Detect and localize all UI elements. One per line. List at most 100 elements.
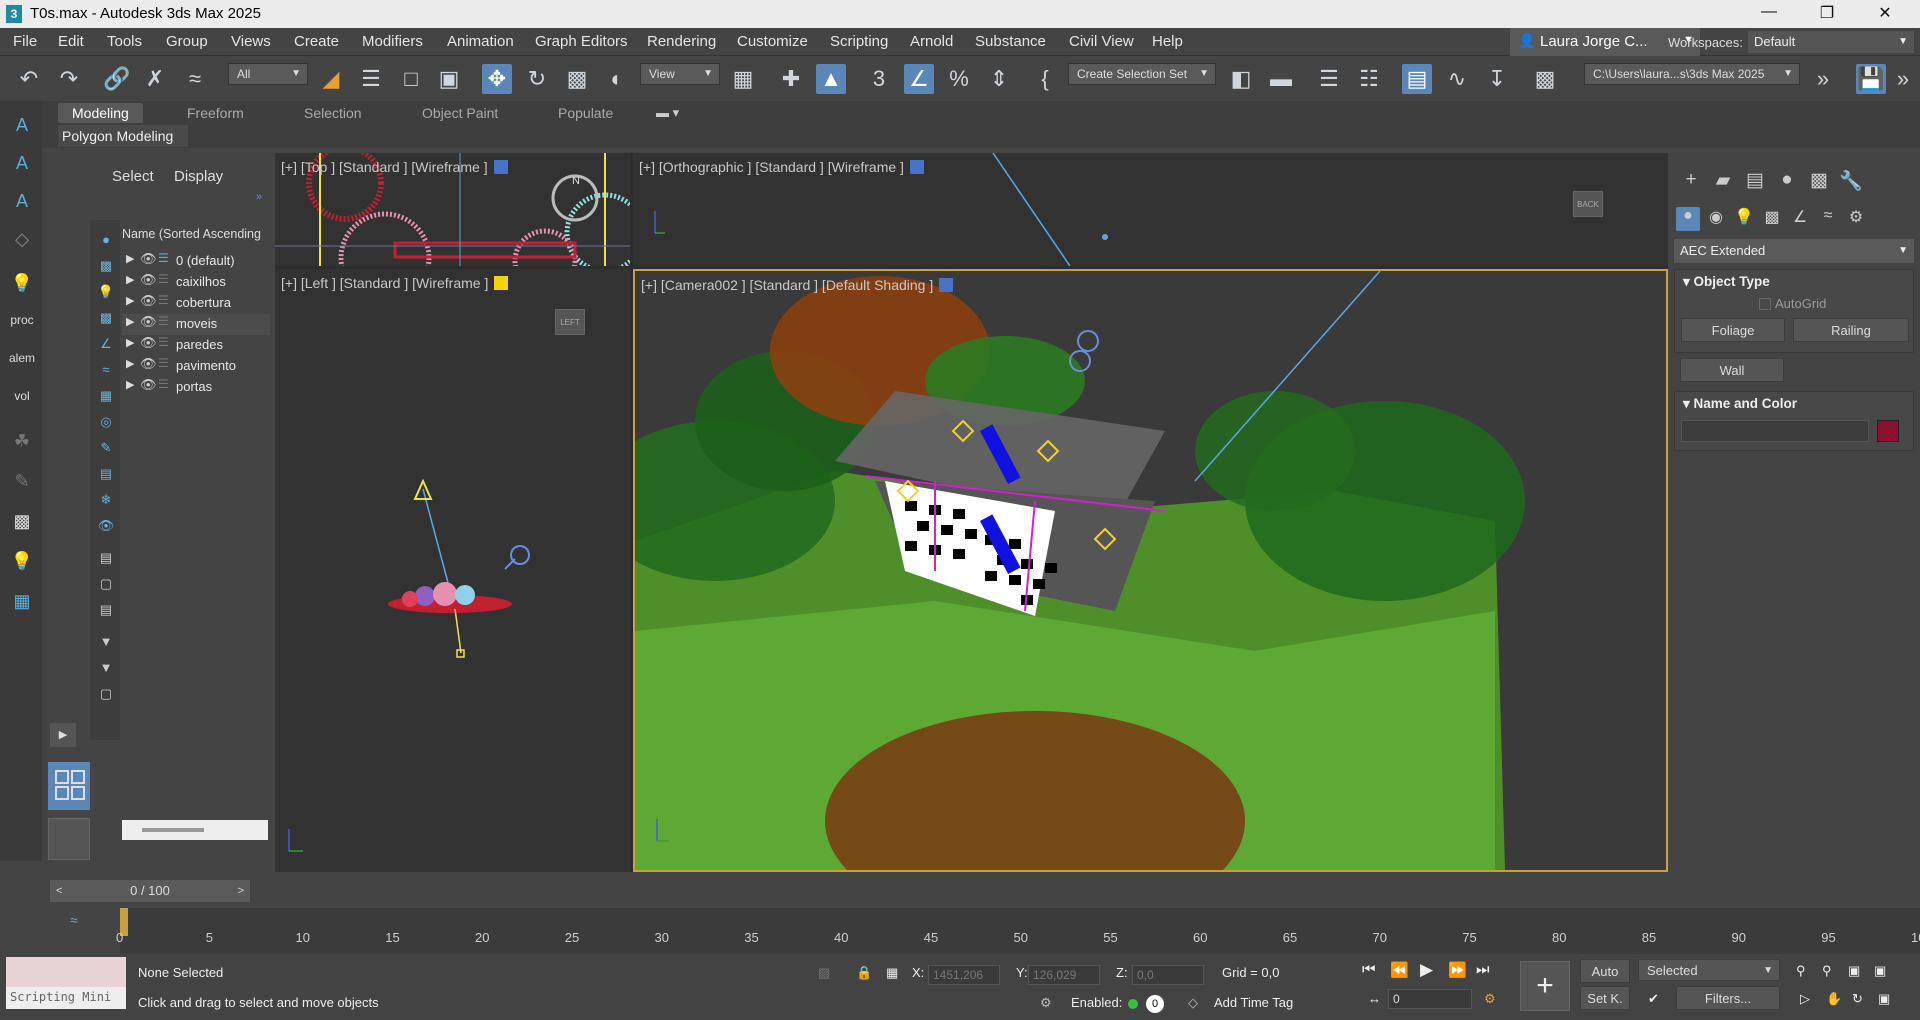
text-plus-icon[interactable]: A xyxy=(8,191,36,217)
proc-label[interactable]: proc xyxy=(8,313,36,339)
menu-views[interactable]: Views xyxy=(231,33,271,50)
menu-animation[interactable]: Animation xyxy=(447,33,514,50)
menu-substance[interactable]: Substance xyxy=(975,33,1046,50)
autogrid-checkbox[interactable] xyxy=(1759,298,1771,310)
explorer-tab-display[interactable]: Display xyxy=(174,168,223,185)
modify-panel-icon[interactable]: ▰ xyxy=(1710,169,1736,193)
layer-row[interactable]: ▶ 👁 ☰ paredes xyxy=(122,335,270,356)
viewport-layout-tab-active[interactable] xyxy=(48,762,90,810)
polygon-modeling-panel[interactable]: Polygon Modeling xyxy=(58,125,188,147)
particle-filter-icon[interactable]: ❄ xyxy=(97,492,115,510)
select-and-move-icon[interactable]: ✥ xyxy=(482,64,512,94)
viewport-layout-icon[interactable]: ▩ xyxy=(8,511,36,537)
rectangular-selection-icon[interactable]: □ xyxy=(396,64,426,94)
expand-arrow-icon[interactable]: ▶ xyxy=(126,336,134,349)
curve-editor-mini-icon[interactable]: ≈ xyxy=(70,912,78,928)
layer-row[interactable]: ▶ 👁 ☰ moveis xyxy=(122,314,270,335)
scripting-mini-listener[interactable]: Scripting Mini xyxy=(6,987,126,1009)
key-mode-toggle-icon[interactable]: ↔ xyxy=(1368,991,1381,1006)
layer-explorer-icon[interactable]: ☷ xyxy=(1354,64,1384,94)
eye-icon[interactable]: 👁 xyxy=(140,356,157,372)
menu-help[interactable]: Help xyxy=(1152,33,1183,50)
lock-icon[interactable]: 🔒 xyxy=(856,965,872,981)
menu-rendering[interactable]: Rendering xyxy=(647,33,716,50)
viewport-camera-label[interactable]: [+] [Camera002 ] [Standard ] [Default Sh… xyxy=(641,277,954,293)
named-selection-sets-dropdown[interactable]: Create Selection Set ▼ xyxy=(1068,63,1216,85)
filters-button[interactable]: Filters... xyxy=(1676,986,1780,1010)
key-filter-dropdown[interactable]: Selected ▼ xyxy=(1638,959,1780,981)
viewcube-left[interactable]: LEFT xyxy=(555,309,585,335)
time-tag-icon[interactable]: ◇ xyxy=(1188,995,1198,1011)
layer-options-icon[interactable]: ▢ xyxy=(97,686,115,704)
time-config-icon[interactable]: ⚙ xyxy=(1484,991,1496,1007)
overflow-chevron-icon[interactable]: » xyxy=(1808,64,1838,94)
eye-icon[interactable]: 👁 xyxy=(140,272,157,288)
group-filter-icon[interactable]: ▦ xyxy=(97,388,115,406)
object-color-swatch[interactable] xyxy=(1877,420,1899,442)
layer-row[interactable]: ▶ 👁 ☰ caixilhos xyxy=(122,272,270,293)
create-text-icon[interactable]: A xyxy=(8,115,36,141)
select-and-scale-icon[interactable]: ▩ xyxy=(562,64,592,94)
prev-frame-icon[interactable]: < xyxy=(56,880,62,902)
y-coordinate-field[interactable]: 126,029 xyxy=(1028,965,1100,985)
display-all-icon[interactable]: ▤ xyxy=(97,550,115,568)
eye-icon[interactable]: 👁 xyxy=(140,314,157,330)
zoom-extents-all-icon[interactable]: ▣ xyxy=(1874,963,1886,979)
curve-editor-icon[interactable]: ∿ xyxy=(1442,64,1472,94)
object-category-dropdown[interactable]: AEC Extended ▼ xyxy=(1674,239,1914,263)
select-by-name-icon[interactable]: ☰ xyxy=(356,64,386,94)
geometry-filter-icon[interactable]: ● xyxy=(97,232,115,250)
helpers-category-icon[interactable]: ∠ xyxy=(1788,207,1812,231)
viewport-top-label[interactable]: [+] [Top ] [Standard ] [Wireframe ] xyxy=(281,159,508,175)
spinner-snap-icon[interactable]: ⇕ xyxy=(984,64,1014,94)
bind-space-warp-icon[interactable]: ≈ xyxy=(180,64,210,94)
ribbon-options-icon[interactable]: ▬ ▾ xyxy=(656,105,679,121)
menu-create[interactable]: Create xyxy=(294,33,339,50)
camera-filter-icon[interactable]: ▩ xyxy=(97,310,115,328)
foliage-button[interactable]: Foliage xyxy=(1681,318,1785,342)
expand-arrow-icon[interactable]: ▶ xyxy=(126,294,134,307)
maximize-viewport-icon[interactable]: ▣ xyxy=(1878,991,1890,1007)
set-key-big-button[interactable]: + xyxy=(1520,961,1570,1011)
tab-selection[interactable]: Selection xyxy=(290,103,376,123)
expand-arrow-icon[interactable]: ▶ xyxy=(126,252,134,265)
prev-key-icon[interactable]: ⏪ xyxy=(1390,961,1409,979)
mirror-icon[interactable]: ◧ xyxy=(1226,64,1256,94)
zoom-all-icon[interactable]: ⚲ xyxy=(1822,963,1832,979)
expand-arrow-icon[interactable]: ▶ xyxy=(126,378,134,391)
align-icon[interactable]: ▬ xyxy=(1266,64,1296,94)
tab-populate[interactable]: Populate xyxy=(544,103,627,123)
field-of-view-icon[interactable]: ▷ xyxy=(1800,991,1810,1007)
maxscript-listener-top[interactable] xyxy=(6,957,126,987)
current-frame-field[interactable]: 0 xyxy=(1388,989,1472,1009)
light-lister-icon[interactable]: 💡 xyxy=(8,551,36,577)
angle-snap-icon[interactable]: ∠ xyxy=(904,64,934,94)
close-icon[interactable]: ✕ xyxy=(1870,3,1900,25)
light-filter-icon[interactable]: 💡 xyxy=(97,284,115,302)
alem-label[interactable]: alem xyxy=(8,351,36,377)
explorer-horizontal-scrollbar[interactable] xyxy=(122,820,268,840)
reference-coordinate-dropdown[interactable]: View ▼ xyxy=(640,63,720,85)
light-icon[interactable]: 💡 xyxy=(8,273,36,299)
explorer-column-header[interactable]: Name (Sorted Ascending xyxy=(122,227,272,241)
pan-icon[interactable]: ✋ xyxy=(1826,991,1842,1007)
goto-start-icon[interactable]: ⏮ xyxy=(1362,961,1376,978)
expand-arrow-icon[interactable]: ▶ xyxy=(126,273,134,286)
layer-row[interactable]: ▶ 👁 ☰ portas xyxy=(122,377,270,398)
project-folder-dropdown[interactable]: C:\Users\laura...s\3ds Max 2025 ▼ xyxy=(1584,63,1800,85)
orbit-icon[interactable]: ↻ xyxy=(1852,991,1863,1007)
shapes-category-icon[interactable]: ◉ xyxy=(1704,207,1728,231)
select-and-place-icon[interactable]: ◐ xyxy=(602,64,632,94)
add-time-tag[interactable]: Add Time Tag xyxy=(1214,995,1293,1010)
lights-category-icon[interactable]: 💡 xyxy=(1732,207,1756,231)
selection-filter-dropdown[interactable]: All ▼ xyxy=(228,63,308,85)
explorer-tab-select[interactable]: Select xyxy=(112,168,154,185)
z-coordinate-field[interactable]: 0,0 xyxy=(1132,965,1204,985)
eye-icon[interactable]: 👁 xyxy=(140,293,157,309)
key-tangent-icon[interactable]: ✔ xyxy=(1648,991,1659,1007)
zoom-extents-icon[interactable]: ▣ xyxy=(1848,963,1860,979)
set-key-button[interactable]: Set K. xyxy=(1580,986,1630,1010)
track-bar[interactable]: 0 5 10 15 20 25 30 35 40 45 50 55 60 65 70 75 80 85 90 95 10… xyxy=(116,908,1920,954)
pivot-center-icon[interactable]: ▦ xyxy=(728,64,758,94)
filter-icon[interactable]: ▼ xyxy=(97,634,115,652)
